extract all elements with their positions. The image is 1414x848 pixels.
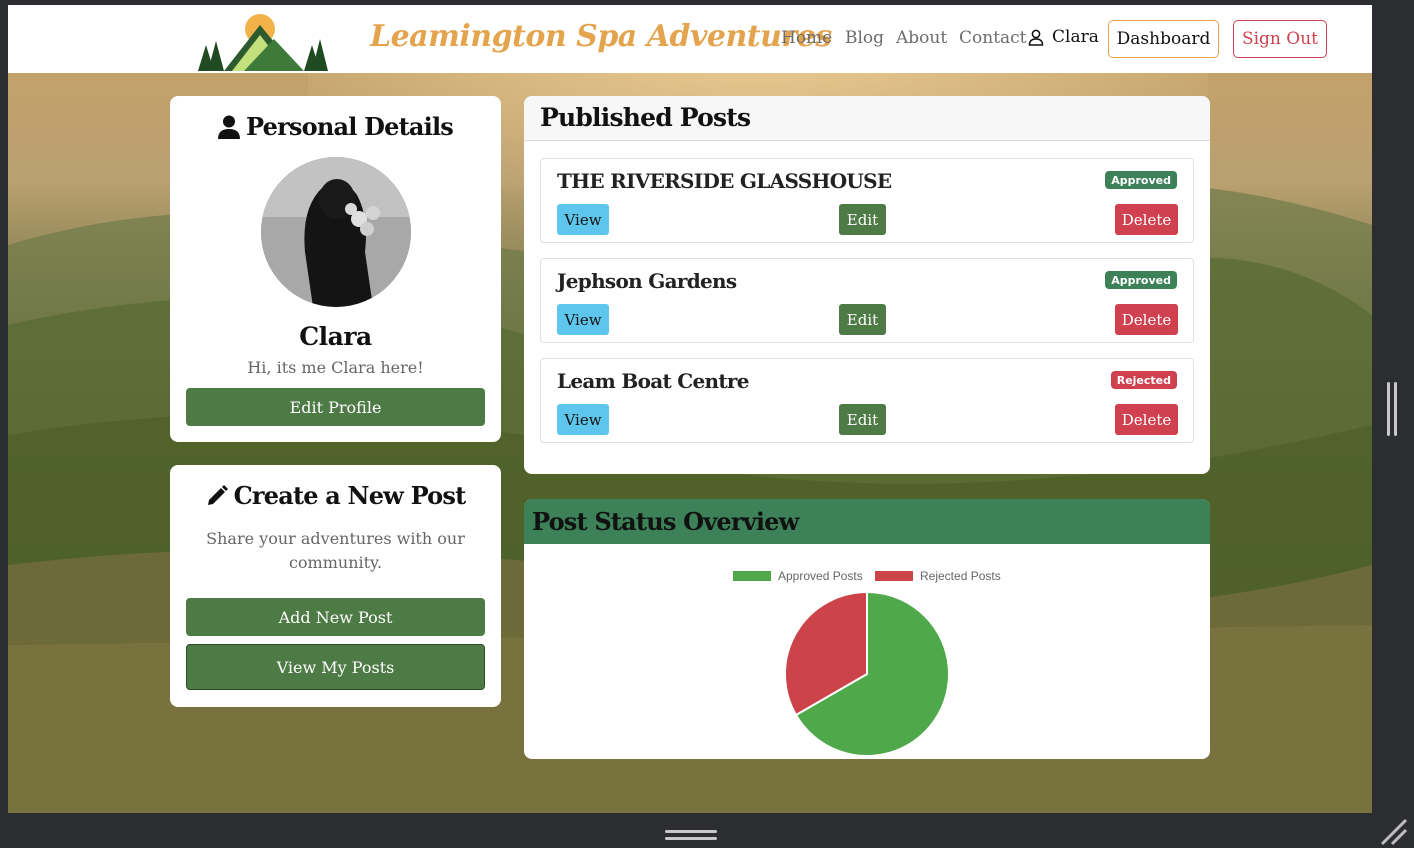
status-badge: Rejected (1110, 371, 1177, 389)
edit-post-button[interactable]: Edit (839, 304, 886, 335)
published-posts-card: Published Posts THE RIVERSIDE GLASSHOUSE… (524, 96, 1210, 474)
edit-post-button[interactable]: Edit (839, 204, 886, 235)
create-post-title: Create a New Post (233, 481, 467, 510)
legend-swatch-approved[interactable] (733, 571, 771, 581)
edit-profile-button[interactable]: Edit Profile (186, 388, 485, 426)
view-post-button[interactable]: View (557, 304, 609, 335)
brand-title[interactable]: Leamington Spa Adventures (370, 19, 832, 54)
user-icon (1028, 29, 1044, 46)
delete-post-button[interactable]: Delete (1115, 204, 1178, 235)
personal-details-title: Personal Details (246, 112, 454, 141)
pencil-icon (207, 484, 228, 505)
create-post-card: Create a New Post Share your adventures … (170, 465, 501, 707)
avatar-photo (261, 157, 411, 307)
side-resize-handle[interactable] (1386, 382, 1398, 436)
status-pie-chart: Approved Posts Rejected Posts (733, 569, 1001, 757)
dashboard-button[interactable]: Dashboard (1108, 20, 1219, 58)
post-title: Jephson Gardens (557, 269, 737, 293)
person-icon (218, 115, 240, 139)
post-item: Jephson Gardens Approved View Edit Delet… (540, 258, 1194, 343)
status-badge: Approved (1105, 171, 1177, 189)
status-badge: Approved (1105, 271, 1177, 289)
post-status-title: Post Status Overview (532, 507, 799, 536)
bottom-resize-handle[interactable] (665, 829, 717, 841)
post-status-header: Post Status Overview (524, 499, 1210, 544)
nav-user-name: Clara (1052, 27, 1099, 47)
published-posts-title: Published Posts (540, 103, 751, 132)
create-post-description: Share your adventures with our community… (206, 529, 465, 572)
published-posts-header: Published Posts (524, 96, 1210, 141)
mountain-logo-icon[interactable] (194, 11, 328, 71)
nav-link-blog[interactable]: Blog (845, 28, 884, 48)
profile-bio: Hi, its me Clara here! (247, 358, 424, 377)
navbar: Leamington Spa Adventures Home Blog Abou… (8, 5, 1372, 73)
post-title: Leam Boat Centre (557, 369, 749, 393)
post-title: THE RIVERSIDE GLASSHOUSE (557, 169, 892, 193)
personal-details-card: Personal Details Clara Hi, its me Clara … (170, 96, 501, 442)
legend-label-approved[interactable]: Approved Posts (778, 569, 863, 583)
legend-label-rejected[interactable]: Rejected Posts (920, 569, 1001, 583)
post-item: THE RIVERSIDE GLASSHOUSE Approved View E… (540, 158, 1194, 243)
add-new-post-button[interactable]: Add New Post (186, 598, 485, 636)
view-my-posts-button[interactable]: View My Posts (186, 644, 485, 690)
nav-user[interactable]: Clara (1028, 27, 1099, 47)
delete-post-button[interactable]: Delete (1115, 404, 1178, 435)
legend-swatch-rejected[interactable] (875, 571, 913, 581)
profile-name: Clara (299, 322, 372, 351)
browser-frame: Leamington Spa Adventures Home Blog Abou… (0, 0, 1414, 848)
nav-link-contact[interactable]: Contact (959, 28, 1027, 48)
create-post-heading: Create a New Post (170, 481, 501, 510)
edit-post-button[interactable]: Edit (839, 404, 886, 435)
sign-out-button[interactable]: Sign Out (1233, 20, 1327, 58)
avatar (261, 157, 411, 307)
view-post-button[interactable]: View (557, 204, 609, 235)
post-status-card: Post Status Overview Approved Posts Rejec… (524, 499, 1210, 759)
page-viewport: Leamington Spa Adventures Home Blog Abou… (8, 5, 1372, 813)
post-item: Leam Boat Centre Rejected View Edit Dele… (540, 358, 1194, 443)
nav-link-home[interactable]: Home (781, 28, 832, 48)
nav-link-about[interactable]: About (896, 28, 947, 48)
corner-resize-icon[interactable] (1380, 818, 1408, 846)
personal-details-heading: Personal Details (170, 112, 501, 141)
view-post-button[interactable]: View (557, 404, 609, 435)
delete-post-button[interactable]: Delete (1115, 304, 1178, 335)
